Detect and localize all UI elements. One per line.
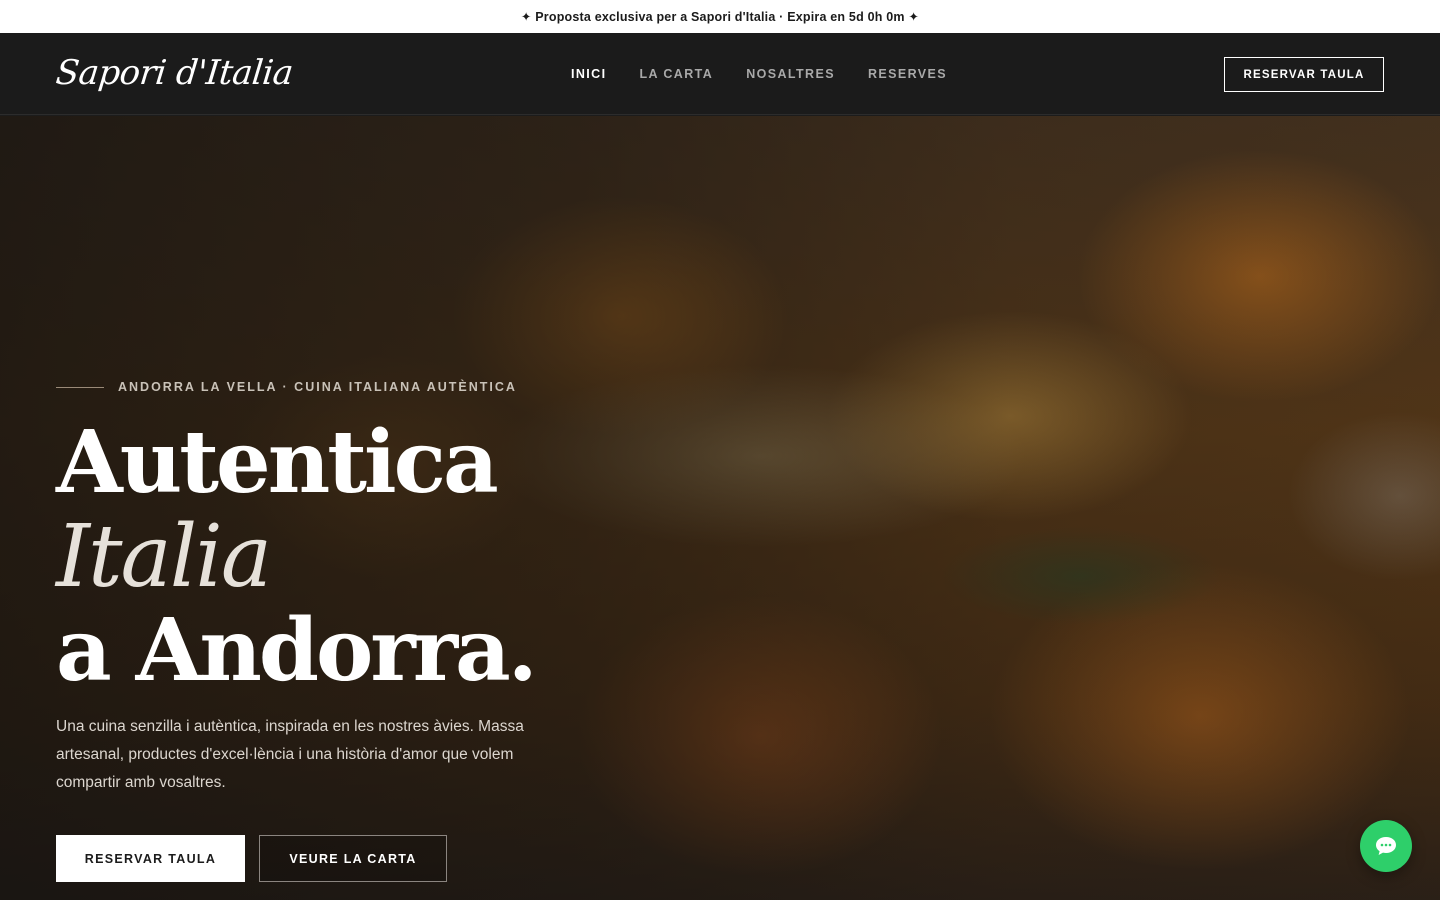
reserve-table-button[interactable]: RESERVAR TAULA <box>56 835 245 882</box>
nav-item-inici[interactable]: INICI <box>571 67 606 81</box>
hero-section: ANDORRA LA VELLA · CUINA ITALIANA AUTÈNT… <box>0 116 1440 900</box>
top-navigation: Sapori d'Italia INICI LA CARTA NOSALTRES… <box>0 33 1440 115</box>
hero-eyebrow: ANDORRA LA VELLA · CUINA ITALIANA AUTÈNT… <box>118 380 517 394</box>
site-logo[interactable]: Sapori d'Italia <box>53 49 295 97</box>
headline-line-3: a Andorra. <box>56 600 538 701</box>
chat-widget-button[interactable] <box>1360 820 1412 872</box>
view-menu-button[interactable]: VEURE LA CARTA <box>259 835 447 882</box>
main-menu: INICI LA CARTA NOSALTRES RESERVES <box>571 33 947 115</box>
nav-item-nosaltres[interactable]: NOSALTRES <box>746 67 835 81</box>
hero-headline: Autentica Italia a Andorra. <box>56 412 538 701</box>
nav-item-la-carta[interactable]: LA CARTA <box>639 67 713 81</box>
eyebrow-divider <box>56 387 104 388</box>
promo-banner: ✦ Proposta exclusiva per a Sapori d'Ital… <box>0 0 1440 33</box>
nav-item-reserves[interactable]: RESERVES <box>868 67 947 81</box>
chat-bubble-icon <box>1376 837 1396 855</box>
headline-line-2: Italia <box>56 507 272 607</box>
headline-line-1: Autentica <box>56 412 499 513</box>
reserve-table-nav-button[interactable]: RESERVAR TAULA <box>1224 57 1384 92</box>
hero-subtitle: Una cuina senzilla i autèntica, inspirad… <box>56 718 524 791</box>
promo-text: ✦ Proposta exclusiva per a Sapori d'Ital… <box>520 10 920 24</box>
